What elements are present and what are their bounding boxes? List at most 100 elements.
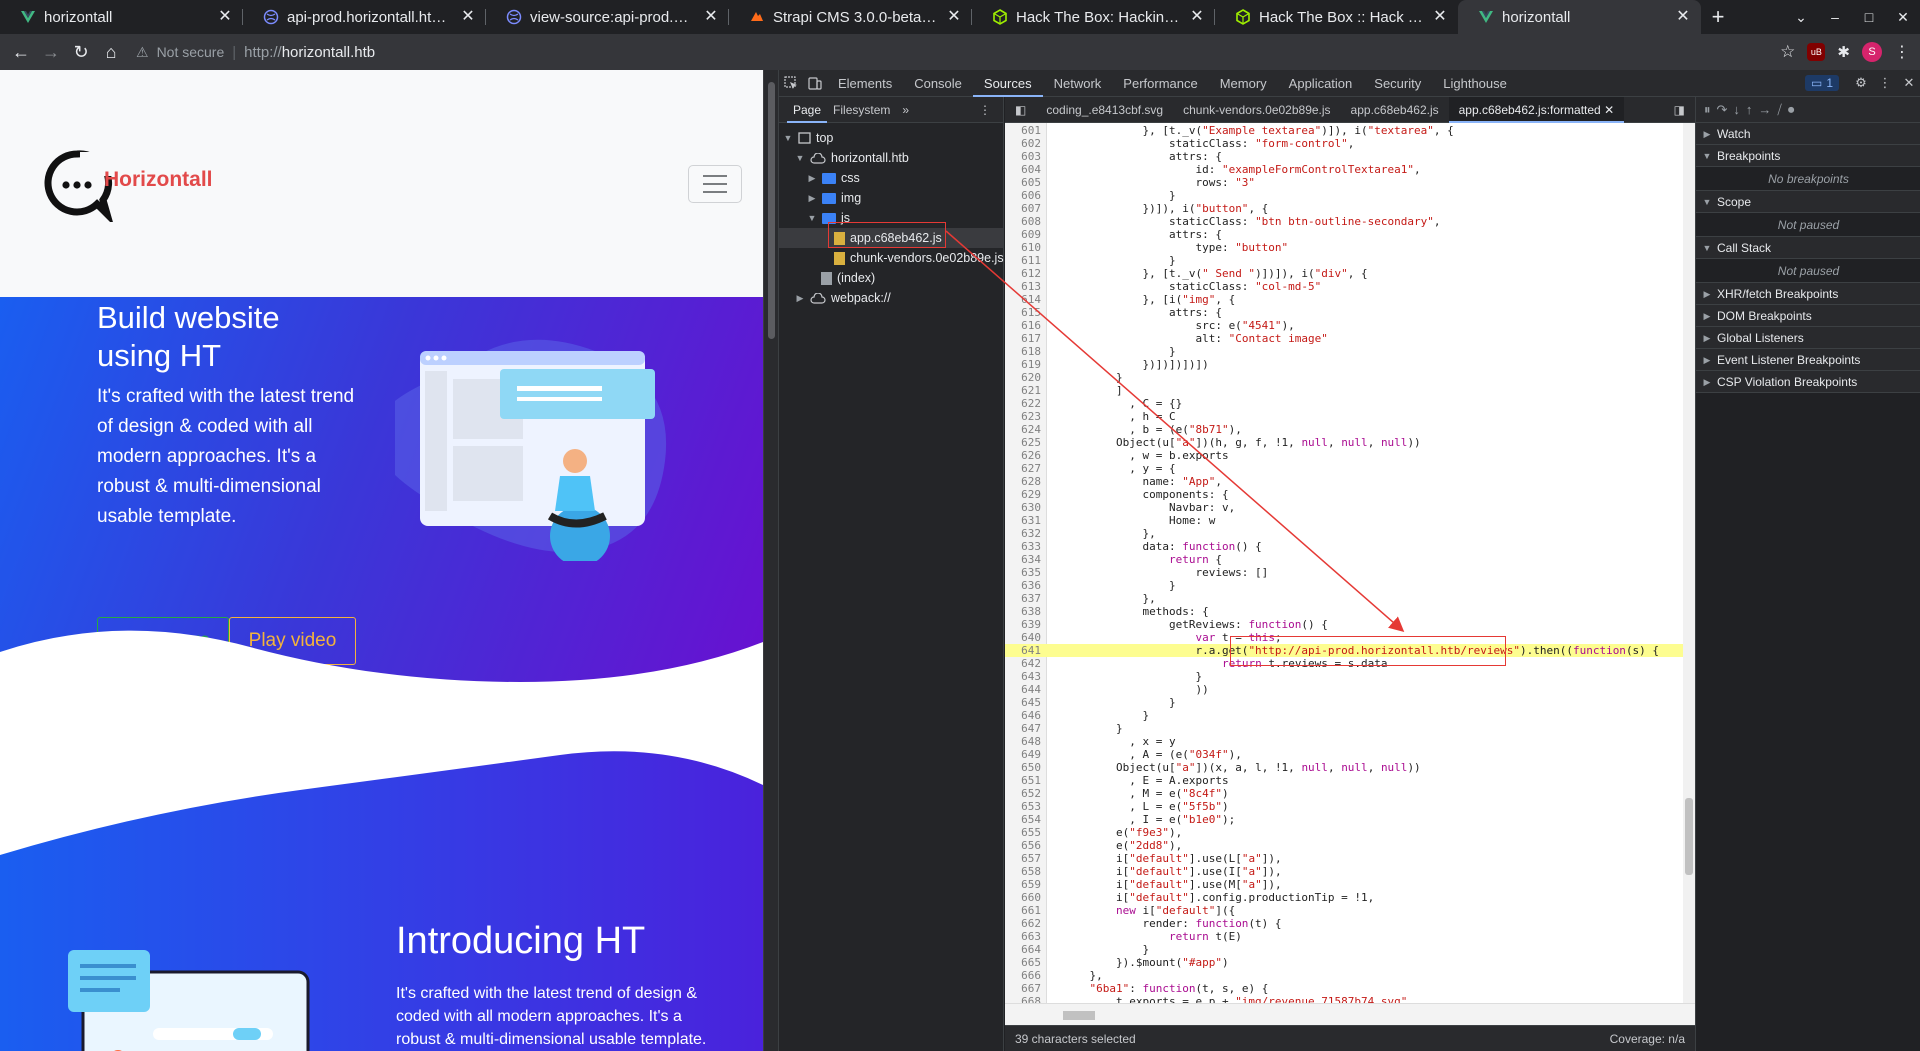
- line-number[interactable]: 620: [1005, 371, 1041, 384]
- editor-tab[interactable]: chunk-vendors.0e02b89e.js: [1173, 97, 1340, 123]
- line-number[interactable]: 623: [1005, 410, 1041, 423]
- line-number[interactable]: 627: [1005, 462, 1041, 475]
- scrollbar-thumb[interactable]: [1063, 1011, 1095, 1020]
- code-line[interactable]: 603 attrs: {: [1005, 150, 1695, 163]
- subtab-filesystem[interactable]: Filesystem: [827, 97, 896, 123]
- tree-item-top[interactable]: ▼ top: [783, 128, 834, 148]
- code-line[interactable]: 661 new i["default"]({: [1005, 904, 1695, 917]
- code-line[interactable]: 615 attrs: {: [1005, 306, 1695, 319]
- close-editor-tab-icon[interactable]: ✕: [1604, 103, 1614, 117]
- code-line[interactable]: 602 staticClass: "form-control",: [1005, 137, 1695, 150]
- line-number[interactable]: 659: [1005, 878, 1041, 891]
- code-line[interactable]: 606 }: [1005, 189, 1695, 202]
- code-line[interactable]: 656 e("2dd8"),: [1005, 839, 1695, 852]
- code-line[interactable]: 627 , y = {: [1005, 462, 1695, 475]
- settings-gear-icon[interactable]: ⚙: [1849, 70, 1873, 97]
- tree-item-css[interactable]: ▶ css: [807, 168, 860, 188]
- devtools-tab-performance[interactable]: Performance: [1112, 70, 1208, 97]
- line-number[interactable]: 624: [1005, 423, 1041, 436]
- code-line[interactable]: 652 , M = e("8c4f"): [1005, 787, 1695, 800]
- nav-toggle-button[interactable]: [688, 165, 742, 203]
- line-number[interactable]: 605: [1005, 176, 1041, 189]
- line-number[interactable]: 609: [1005, 228, 1041, 241]
- line-number[interactable]: 657: [1005, 852, 1041, 865]
- step-icon[interactable]: →: [1758, 102, 1771, 117]
- browser-tab[interactable]: horizontall ✕: [0, 0, 243, 34]
- code-line[interactable]: 644 )): [1005, 683, 1695, 696]
- line-number[interactable]: 618: [1005, 345, 1041, 358]
- navigator-menu-icon[interactable]: ⋮: [973, 97, 997, 123]
- new-tab-button[interactable]: +: [1701, 0, 1735, 34]
- forward-icon[interactable]: →: [36, 37, 66, 67]
- devtools-menu-icon[interactable]: ⋮: [1873, 70, 1897, 97]
- line-number[interactable]: 617: [1005, 332, 1041, 345]
- code-line[interactable]: 614 }, [i("img", {: [1005, 293, 1695, 306]
- line-number[interactable]: 653: [1005, 800, 1041, 813]
- code-line[interactable]: 622 , C = {}: [1005, 397, 1695, 410]
- device-toolbar-icon[interactable]: [803, 70, 827, 97]
- line-number[interactable]: 649: [1005, 748, 1041, 761]
- code-line[interactable]: 619 })])])])]): [1005, 358, 1695, 371]
- code-line[interactable]: 667 "6ba1": function(t, s, e) {: [1005, 982, 1695, 995]
- browser-tab[interactable]: api-prod.horizontall.htb/admin ✕: [243, 0, 486, 34]
- line-number[interactable]: 604: [1005, 163, 1041, 176]
- line-number[interactable]: 612: [1005, 267, 1041, 280]
- tree-item-chunk-vendors[interactable]: chunk-vendors.0e02b89e.js: [834, 248, 1004, 268]
- code-line[interactable]: 632 },: [1005, 527, 1695, 540]
- line-number[interactable]: 611: [1005, 254, 1041, 267]
- code-line[interactable]: 637 },: [1005, 592, 1695, 605]
- code-line[interactable]: 620 }: [1005, 371, 1695, 384]
- pane-call-stack[interactable]: ▼ Call Stack: [1696, 237, 1920, 259]
- code-line[interactable]: 663 return t(E): [1005, 930, 1695, 943]
- url-text[interactable]: http://horizontall.htb: [244, 44, 375, 61]
- devtools-tab-elements[interactable]: Elements: [827, 70, 903, 97]
- line-number[interactable]: 603: [1005, 150, 1041, 163]
- maximize-icon[interactable]: □: [1852, 9, 1886, 25]
- code-line[interactable]: 623 , h = C: [1005, 410, 1695, 423]
- line-number[interactable]: 632: [1005, 527, 1041, 540]
- line-number[interactable]: 660: [1005, 891, 1041, 904]
- close-tab-icon[interactable]: ✕: [217, 9, 233, 25]
- line-number[interactable]: 621: [1005, 384, 1041, 397]
- line-number[interactable]: 652: [1005, 787, 1041, 800]
- line-number[interactable]: 633: [1005, 540, 1041, 553]
- pane-dom-breakpoints[interactable]: ▶ DOM Breakpoints: [1696, 305, 1920, 327]
- code-horizontal-scrollbar[interactable]: [1005, 1003, 1695, 1025]
- code-line[interactable]: 634 return {: [1005, 553, 1695, 566]
- code-line[interactable]: 659 i["default"].use(M["a"]),: [1005, 878, 1695, 891]
- browser-tab[interactable]: Hack The Box: Hacking Training ✕: [972, 0, 1215, 34]
- line-number[interactable]: 643: [1005, 670, 1041, 683]
- line-number[interactable]: 622: [1005, 397, 1041, 410]
- code-line[interactable]: 650 Object(u["a"])(x, a, l, !1, null, nu…: [1005, 761, 1695, 774]
- line-number[interactable]: 645: [1005, 696, 1041, 709]
- code-line[interactable]: 629 components: {: [1005, 488, 1695, 501]
- line-number[interactable]: 634: [1005, 553, 1041, 566]
- code-line[interactable]: 604 id: "exampleFormControlTextarea1",: [1005, 163, 1695, 176]
- more-tabs-icon[interactable]: »: [896, 97, 915, 123]
- subtab-page[interactable]: Page: [787, 97, 828, 123]
- browser-tab[interactable]: view-source:api-prod.horizontall.htb ✕: [486, 0, 729, 34]
- close-tab-icon[interactable]: ✕: [460, 9, 476, 25]
- line-number[interactable]: 651: [1005, 774, 1041, 787]
- line-number[interactable]: 607: [1005, 202, 1041, 215]
- pane-csp-violation-breakpoints[interactable]: ▶ CSP Violation Breakpoints: [1696, 371, 1920, 393]
- line-number[interactable]: 635: [1005, 566, 1041, 579]
- pane-xhr-breakpoints[interactable]: ▶ XHR/fetch Breakpoints: [1696, 283, 1920, 305]
- editor-tab[interactable]: app.c68eb462.js: [1341, 97, 1449, 123]
- code-vertical-scrollbar[interactable]: [1683, 123, 1695, 1003]
- code-line[interactable]: 607 })]), i("button", {: [1005, 202, 1695, 215]
- line-number[interactable]: 668: [1005, 995, 1041, 1003]
- line-number[interactable]: 610: [1005, 241, 1041, 254]
- code-line[interactable]: 635 reviews: []: [1005, 566, 1695, 579]
- pane-scope[interactable]: ▼ Scope: [1696, 191, 1920, 213]
- code-line[interactable]: 628 name: "App",: [1005, 475, 1695, 488]
- minimize-icon[interactable]: –: [1818, 9, 1852, 25]
- line-number[interactable]: 625: [1005, 436, 1041, 449]
- profile-avatar[interactable]: S: [1862, 42, 1882, 62]
- code-line[interactable]: 657 i["default"].use(L["a"]),: [1005, 852, 1695, 865]
- line-number[interactable]: 608: [1005, 215, 1041, 228]
- line-number[interactable]: 640: [1005, 631, 1041, 644]
- code-line[interactable]: 668 t.exports = e.p + "img/revenue.71587…: [1005, 995, 1695, 1003]
- line-number[interactable]: 644: [1005, 683, 1041, 696]
- code-line[interactable]: 645 }: [1005, 696, 1695, 709]
